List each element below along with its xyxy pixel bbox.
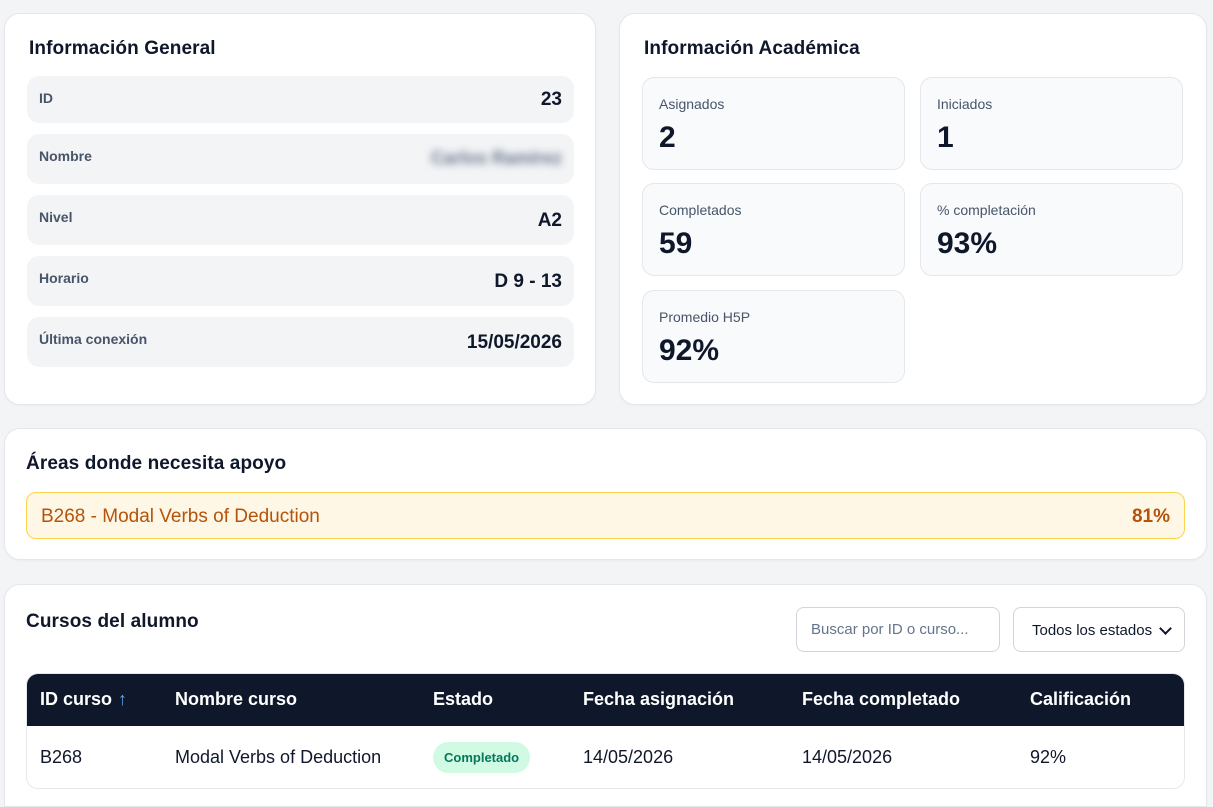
support-area-name: B268 - Modal Verbs of Deduction (41, 506, 320, 527)
info-label-name: Nombre (39, 148, 92, 164)
stat-value: 1 (937, 121, 954, 154)
column-header-course-id[interactable]: ID curso ↑ (40, 689, 127, 710)
stat-label: Completados (659, 202, 742, 218)
stat-value: 2 (659, 121, 676, 154)
sort-ascending-icon: ↑ (118, 689, 128, 709)
stat-started: Iniciados 1 (920, 77, 1183, 170)
cell-assigned-date: 14/05/2026 (583, 747, 674, 767)
courses-table: ID curso ↑ Nombre curso Estado Fecha asig… (26, 673, 1185, 789)
cell-course-name: Modal Verbs of Deduction (175, 747, 382, 767)
table-header: ID curso ↑ Nombre curso Estado Fecha asig… (27, 674, 1184, 726)
info-value-last-connection: 15/05/2026 (466, 332, 562, 353)
stat-value: 93% (937, 227, 998, 260)
stat-completed: Completados 59 (642, 183, 905, 276)
info-value-level: A2 (537, 210, 562, 231)
info-label-last-connection: Última conexión (39, 331, 148, 347)
column-header-assigned-date[interactable]: Fecha asignación (583, 689, 734, 710)
support-areas-card: Áreas donde necesita apoyo B268 - Modal … (4, 428, 1207, 560)
stat-label: % completación (937, 202, 1036, 218)
stat-assigned: Asignados 2 (642, 77, 905, 170)
stat-value: 92% (659, 334, 720, 367)
stat-label: Promedio H5P (659, 309, 751, 325)
info-value-id: 23 (540, 89, 562, 110)
academic-info-title: Información Académica (644, 38, 860, 59)
info-row-id: ID 23 (27, 76, 574, 123)
cell-course-id: B268 (40, 747, 83, 767)
status-filter-select[interactable]: Todos los estados (1013, 607, 1185, 652)
info-label-id: ID (39, 90, 53, 106)
courses-title: Cursos del alumno (26, 611, 199, 632)
column-header-completed-date[interactable]: Fecha completado (802, 689, 960, 710)
cell-completed-date: 14/05/2026 (802, 747, 893, 767)
cell-grade: 92% (1030, 747, 1067, 767)
info-row-last-connection: Última conexión 15/05/2026 (27, 317, 574, 367)
student-courses-card: Cursos del alumno Todos los estados ID c… (4, 584, 1207, 807)
column-header-course-name[interactable]: Nombre curso (175, 689, 297, 710)
status-badge: Completado (433, 742, 531, 773)
column-header-grade[interactable]: Calificación (1030, 689, 1131, 710)
info-row-name: Nombre Carlos Ramírez (27, 134, 574, 184)
academic-info-card: Información Académica Asignados 2 Inicia… (619, 13, 1207, 405)
info-label-level: Nivel (39, 209, 73, 225)
course-search-input[interactable] (796, 607, 1000, 652)
chevron-down-icon (1159, 622, 1172, 635)
table-row[interactable]: B268 Modal Verbs of Deduction Completado… (27, 726, 1184, 788)
general-info-card: Información General ID 23 Nombre Carlos … (4, 13, 596, 405)
stat-label: Asignados (659, 96, 725, 112)
info-value-name: Carlos Ramírez (430, 148, 562, 168)
info-label-schedule: Horario (39, 270, 89, 286)
stat-completion-rate: % completación 93% (920, 183, 1183, 276)
info-row-level: Nivel A2 (27, 195, 574, 245)
column-header-status[interactable]: Estado (433, 689, 493, 710)
stat-h5p-average: Promedio H5P 92% (642, 290, 905, 383)
stat-label: Iniciados (937, 96, 993, 112)
stat-value: 59 (659, 227, 693, 260)
support-areas-title: Áreas donde necesita apoyo (26, 453, 287, 474)
column-header-label: ID curso (40, 689, 113, 709)
info-value-schedule: D 9 - 13 (494, 271, 562, 292)
general-info-title: Información General (29, 38, 216, 59)
support-area-percent: 81% (1131, 506, 1170, 527)
status-filter-value: Todos los estados (1032, 622, 1153, 639)
info-row-schedule: Horario D 9 - 13 (27, 256, 574, 306)
support-area-item: B268 - Modal Verbs of Deduction 81% (26, 492, 1185, 539)
